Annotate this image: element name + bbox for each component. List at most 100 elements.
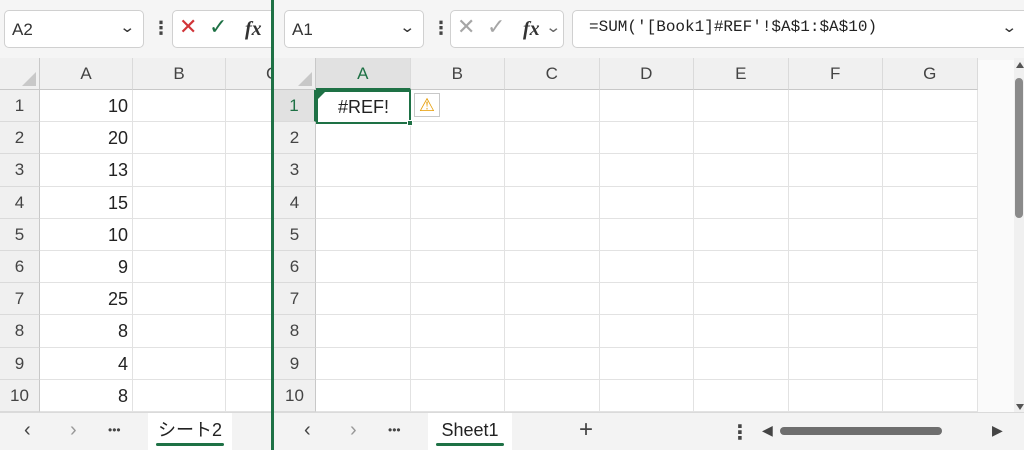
cell-e[interactable]: [694, 347, 789, 380]
row-header[interactable]: 10: [274, 379, 316, 412]
cell-g[interactable]: [883, 186, 978, 219]
column-header-g[interactable]: G: [883, 58, 978, 90]
cell-f[interactable]: [788, 251, 883, 284]
cell-e[interactable]: [694, 90, 789, 123]
cell-g[interactable]: [883, 379, 978, 412]
horizontal-scrollbar[interactable]: ◀ ▶: [758, 421, 1010, 441]
formula-input[interactable]: =SUM('[Book1]#REF'!$A$1:$A$10) ⌄: [572, 10, 1024, 48]
row-header[interactable]: 4: [274, 186, 316, 219]
column-header-e[interactable]: E: [694, 58, 789, 90]
column-header-c[interactable]: C: [505, 58, 600, 90]
cell-g[interactable]: [883, 154, 978, 187]
cell-d[interactable]: [599, 347, 694, 380]
cell-c[interactable]: [226, 186, 272, 219]
select-all-corner[interactable]: [274, 58, 316, 90]
cell-a[interactable]: 25: [40, 283, 133, 316]
vertical-scroll-thumb[interactable]: [1015, 78, 1023, 218]
row-header[interactable]: 9: [0, 347, 40, 380]
cell-b[interactable]: [410, 122, 505, 155]
cell-f[interactable]: [788, 347, 883, 380]
row-header[interactable]: 5: [274, 218, 316, 251]
cell-b[interactable]: [133, 90, 226, 123]
chevron-down-icon[interactable]: ⌄: [399, 18, 415, 36]
sheet-tab-sheet2[interactable]: シート2: [148, 413, 232, 450]
row-header[interactable]: 9: [274, 347, 316, 380]
cell-a[interactable]: 15: [40, 186, 133, 219]
row-header[interactable]: 7: [0, 283, 40, 316]
cell-b[interactable]: [133, 379, 226, 412]
cell-f[interactable]: [788, 218, 883, 251]
cell-b[interactable]: [133, 154, 226, 187]
cell-c[interactable]: [226, 283, 272, 316]
column-header-f[interactable]: F: [788, 58, 883, 90]
cell-f[interactable]: [788, 90, 883, 123]
cell-c[interactable]: [226, 315, 272, 348]
insert-function-icon[interactable]: fx: [245, 18, 262, 41]
cell-b[interactable]: [410, 379, 505, 412]
cell-b[interactable]: [133, 251, 226, 284]
row-header[interactable]: 5: [0, 218, 40, 251]
next-sheet-icon[interactable]: ›: [350, 419, 357, 442]
cell-b[interactable]: [133, 218, 226, 251]
chevron-down-icon[interactable]: ⌄: [545, 18, 561, 36]
fill-handle[interactable]: [407, 120, 413, 126]
prev-sheet-icon[interactable]: ‹: [24, 419, 31, 442]
column-header-a[interactable]: A: [316, 58, 411, 90]
cell-a[interactable]: [316, 315, 411, 348]
cell-d[interactable]: [599, 186, 694, 219]
cancel-icon[interactable]: ✕: [457, 16, 475, 38]
cell-a[interactable]: [316, 251, 411, 284]
cell-b[interactable]: [410, 154, 505, 187]
cell-g[interactable]: [883, 347, 978, 380]
row-header[interactable]: 8: [274, 315, 316, 348]
cell-f[interactable]: [788, 154, 883, 187]
row-header[interactable]: 1: [274, 90, 316, 123]
cell-c[interactable]: [226, 154, 272, 187]
scroll-left-icon[interactable]: ◀: [762, 422, 773, 439]
cell-a[interactable]: 8: [40, 315, 133, 348]
cell-e[interactable]: [694, 283, 789, 316]
cell-d[interactable]: [599, 218, 694, 251]
column-header-c[interactable]: C: [226, 58, 272, 90]
cell-a[interactable]: [316, 186, 411, 219]
sheet-tab-sheet1[interactable]: Sheet1: [428, 413, 512, 450]
vertical-scrollbar[interactable]: [1014, 58, 1024, 412]
cell-c[interactable]: [505, 315, 600, 348]
next-sheet-icon[interactable]: ›: [70, 419, 77, 442]
row-header[interactable]: 6: [0, 251, 40, 284]
row-header[interactable]: 10: [0, 379, 40, 412]
cell-d[interactable]: [599, 154, 694, 187]
cell-c[interactable]: [226, 122, 272, 155]
cell-a[interactable]: [316, 283, 411, 316]
cell-c[interactable]: [505, 186, 600, 219]
cell-c[interactable]: [226, 90, 272, 123]
cell-a[interactable]: 20: [40, 122, 133, 155]
cell-b[interactable]: [133, 347, 226, 380]
enter-icon[interactable]: ✓: [209, 16, 227, 38]
selected-cell-a1[interactable]: #REF!: [316, 90, 413, 126]
cell-a[interactable]: [316, 154, 411, 187]
cell-f[interactable]: [788, 379, 883, 412]
cell-b[interactable]: [410, 251, 505, 284]
column-header-b[interactable]: B: [410, 58, 505, 90]
row-header[interactable]: 4: [0, 186, 40, 219]
scroll-right-icon[interactable]: ▶: [992, 422, 1003, 439]
insert-function-icon[interactable]: fx: [523, 18, 540, 41]
row-header[interactable]: 3: [0, 154, 40, 187]
cell-c[interactable]: [505, 154, 600, 187]
more-sheets-icon[interactable]: •••: [388, 423, 401, 437]
cancel-icon[interactable]: ✕: [179, 16, 197, 38]
cell-c[interactable]: [505, 251, 600, 284]
cell-g[interactable]: [883, 251, 978, 284]
column-header-b[interactable]: B: [133, 58, 226, 90]
cell-d[interactable]: [599, 315, 694, 348]
cell-a[interactable]: [316, 347, 411, 380]
cell-g[interactable]: [883, 90, 978, 123]
cell-g[interactable]: [883, 315, 978, 348]
more-options-icon[interactable]: ⋮: [432, 18, 450, 39]
name-box[interactable]: A1 ⌄: [284, 10, 424, 48]
cell-e[interactable]: [694, 251, 789, 284]
cell-c[interactable]: [226, 218, 272, 251]
cell-b[interactable]: [133, 122, 226, 155]
error-warning-icon[interactable]: ⚠: [414, 93, 440, 117]
